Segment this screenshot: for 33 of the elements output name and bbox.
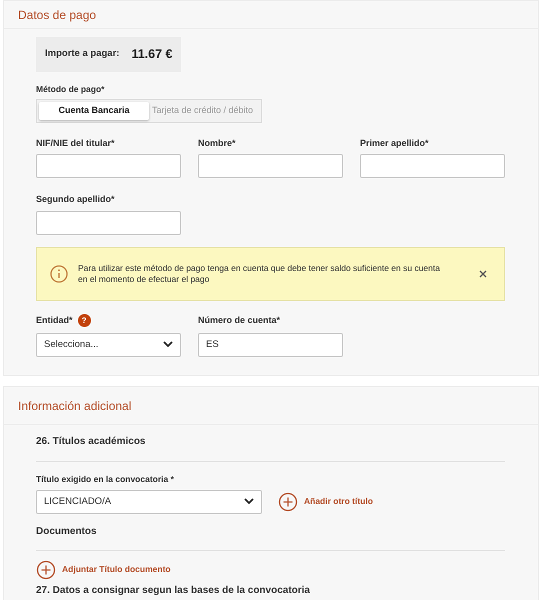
field-label: Primer apellido* [360, 136, 430, 150]
field-label: NIF/NIE del titular* [36, 136, 116, 150]
chevron-down-icon [163, 341, 173, 348]
section-heading: 26. Títulos académicos [36, 435, 146, 449]
amount-value: 11.67 € [131, 46, 172, 64]
input-field[interactable] [36, 210, 181, 235]
field-label: Número de cuenta* [198, 314, 280, 327]
field-label: Método de pago* [36, 83, 106, 96]
field-label: Entidad* [36, 314, 73, 327]
help-badge[interactable]: ? [78, 314, 91, 328]
amount-label: Importe a pagar: [45, 47, 120, 62]
plus-circle-icon [36, 560, 56, 580]
entity-select[interactable]: Selecciona... [36, 332, 181, 357]
field-label: Segundo apellido* [36, 193, 116, 206]
input-field[interactable] [198, 154, 343, 178]
field-label: Título exigido en la convocatoria * [36, 473, 175, 486]
alert-text: Para utilizar este método de pago tenga en cuenta que debe tener saldo suficiente en su cuenta en el momento de efectuar el pago [78, 263, 441, 284]
plus-circle-icon [278, 492, 298, 512]
info-icon [50, 264, 68, 283]
panel-title: Información adicional [18, 398, 132, 414]
input-field[interactable] [360, 154, 505, 178]
panel-title: Datos de pago [18, 6, 96, 24]
chevron-down-icon [244, 498, 254, 506]
close-icon[interactable] [479, 270, 487, 278]
input-field[interactable]: ES [198, 332, 343, 357]
payment-method-tab[interactable]: Cuenta Bancaria [39, 102, 149, 120]
input-field[interactable] [36, 154, 181, 178]
attach-document-button[interactable]: Adjuntar Título documento [36, 560, 171, 580]
degree-select[interactable]: LICENCIADO/A [36, 490, 262, 514]
section-heading: Documentos [36, 524, 98, 539]
section-heading: 27. Datos a consignar segun las bases de la convocatoria [36, 584, 311, 597]
add-degree-button[interactable]: Añadir otro título [278, 492, 373, 512]
field-label: Nombre* [198, 136, 237, 150]
